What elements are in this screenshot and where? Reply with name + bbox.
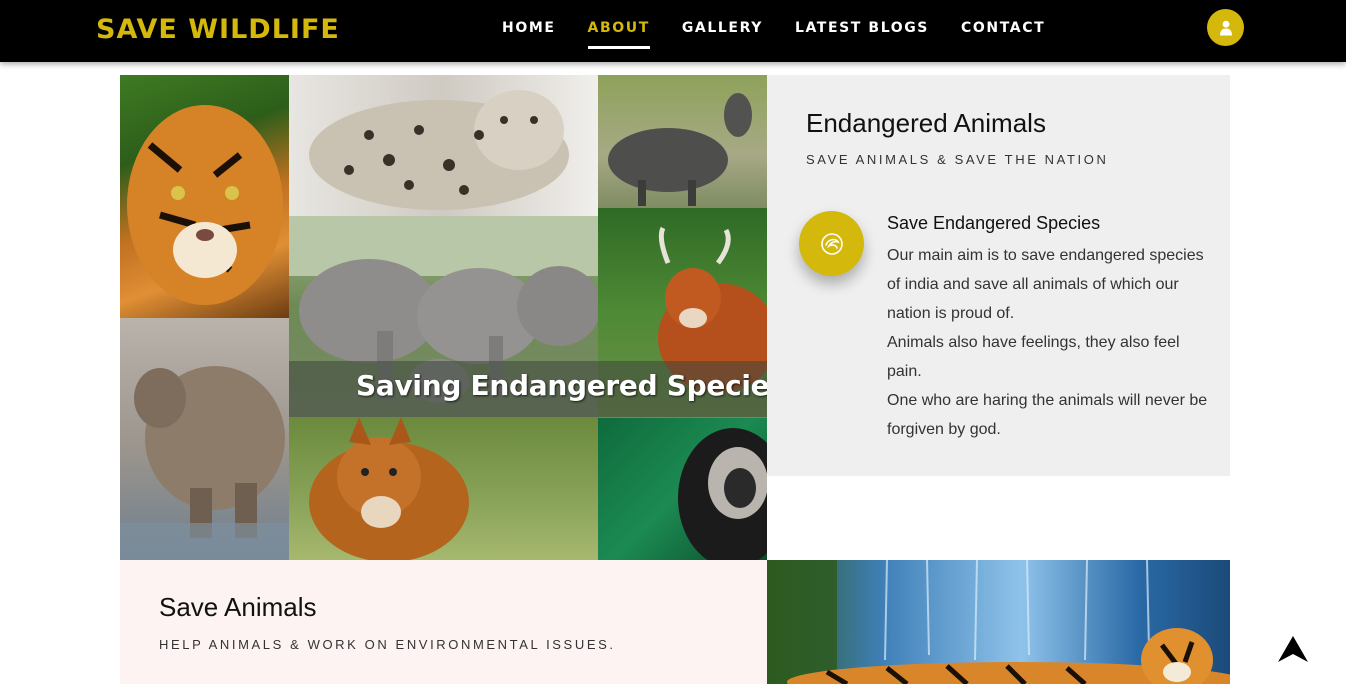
feature-title: Save Endangered Species bbox=[887, 213, 1101, 233]
arrow-up-icon bbox=[1278, 636, 1308, 662]
dhole-photo bbox=[289, 417, 598, 560]
nav-home[interactable]: HOME bbox=[502, 0, 556, 56]
tahr-photo bbox=[598, 75, 767, 208]
tiger-waterfall-photo bbox=[767, 560, 1230, 684]
main-menu: HOME ABOUT GALLERY LATEST BLOGS CONTACT bbox=[502, 0, 1077, 62]
macaque-photo bbox=[598, 418, 767, 560]
user-account-button[interactable] bbox=[1207, 9, 1244, 46]
section-subtitle: HELP ANIMALS & WORK ON ENVIRONMENTAL ISS… bbox=[159, 637, 616, 652]
nav-about[interactable]: ABOUT bbox=[587, 0, 651, 56]
rhino-photo bbox=[120, 318, 289, 560]
leaf-swirl-icon bbox=[820, 232, 843, 255]
site-logo[interactable]: SAVE WILDLIFE bbox=[96, 14, 340, 45]
feature-line: One who are haring the animals will neve… bbox=[887, 392, 1208, 438]
feature-description: Our main aim is to save endangered speci… bbox=[887, 241, 1217, 444]
section-title: Save Animals bbox=[159, 592, 317, 622]
feature-line: Our main aim is to save endangered speci… bbox=[887, 247, 1204, 322]
collage-caption: Saving Endangered Species bbox=[356, 369, 767, 402]
user-icon bbox=[1219, 20, 1232, 35]
endangered-animals-panel: Endangered Animals SAVE ANIMALS & SAVE T… bbox=[767, 75, 1230, 476]
feature-line: Animals also have feelings, they also fe… bbox=[887, 334, 1180, 380]
endangered-species-collage: Saving Endangered Species bbox=[120, 75, 767, 560]
section-title: Endangered Animals bbox=[806, 108, 1046, 138]
nav-contact[interactable]: CONTACT bbox=[961, 0, 1045, 56]
tiger-photo bbox=[120, 75, 289, 318]
nav-gallery[interactable]: GALLERY bbox=[682, 0, 763, 56]
snow-leopard-photo bbox=[289, 75, 598, 216]
section-subtitle: SAVE ANIMALS & SAVE THE NATION bbox=[806, 152, 1109, 167]
save-animals-panel: Save Animals HELP ANIMALS & WORK ON ENVI… bbox=[120, 560, 767, 684]
feature-icon-badge bbox=[799, 211, 864, 276]
nav-latest-blogs[interactable]: LATEST BLOGS bbox=[795, 0, 929, 56]
scroll-to-top-button[interactable] bbox=[1276, 634, 1310, 664]
top-navbar: SAVE WILDLIFE HOME ABOUT GALLERY LATEST … bbox=[0, 0, 1346, 62]
